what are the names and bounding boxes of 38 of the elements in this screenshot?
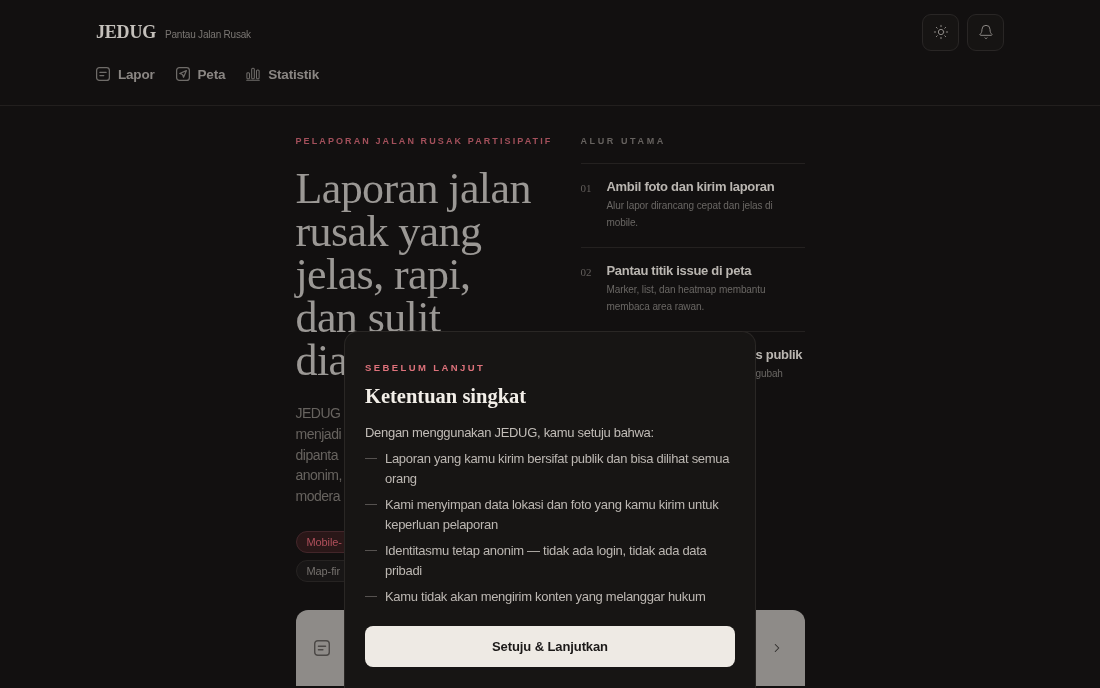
nav-link[interactable]: Lapor	[96, 64, 155, 84]
step-description: Marker, list, dan heatmap membantu membaca area rawan.	[606, 283, 767, 314]
brand-logo: JEDUG	[96, 21, 156, 43]
headline-line: dia	[295, 339, 348, 382]
term-text: Identitasmu tetap anonim — tidak ada login, tidak ada data pribadi	[385, 542, 708, 580]
nav-link[interactable]: Peta	[175, 64, 226, 84]
term-dash: —	[365, 496, 377, 513]
term-text: Kami menyimpan data lokasi dan foto yang kamu kirim untuk keperluan pelaporan	[385, 496, 720, 534]
term-dash: —	[365, 588, 377, 605]
sun-icon	[932, 24, 949, 40]
hero-eyebrow: PELAPORAN JALAN RUSAK PARTISIPATIF	[295, 135, 553, 147]
step-description: gubah	[755, 367, 783, 381]
note-icon	[96, 67, 110, 81]
confirm-button[interactable]: Setuju & Lanjutkan	[365, 625, 735, 667]
bell-icon	[977, 24, 994, 40]
flow-label: ALUR UTAMA	[580, 135, 667, 147]
theme-toggle-button[interactable]	[922, 13, 959, 51]
step-number: 01	[580, 181, 593, 196]
navigation-icon	[175, 67, 190, 81]
step-title: Pantau titik issue di peta	[606, 262, 752, 279]
note-icon	[313, 640, 330, 656]
notifications-button[interactable]	[967, 13, 1004, 51]
dialog-title: Ketentuan singkat	[365, 384, 528, 409]
hero-intro: JEDUG menjadi dipanta anonim, modera	[295, 404, 342, 507]
step-title: Ambil foto dan kirim laporan	[606, 178, 775, 195]
term-dash: —	[365, 450, 377, 467]
term-dash: —	[365, 542, 377, 559]
term-text: Kamu tidak akan mengirim konten yang melanggar hukum	[385, 588, 706, 606]
step-title: s publik	[755, 346, 803, 363]
dialog-intro: Dengan menggunakan JEDUG, kamu setuju bahwa:	[365, 424, 655, 442]
step-number: 02	[580, 265, 593, 280]
nav-link[interactable]: Statistik	[246, 64, 319, 84]
term-text: Laporan yang kamu kirim bersifat publik dan bisa dilihat semua orang	[385, 450, 731, 488]
dialog-eyebrow: SEBELUM LANJUT	[365, 362, 487, 374]
step-description: Alur lapor dirancang cepat dan jelas di mobile.	[606, 199, 774, 230]
brand-tagline: Pantau Jalan Rusak	[165, 28, 251, 40]
headline-line: Laporan jalan	[295, 167, 531, 210]
bar-chart-icon	[246, 67, 261, 81]
